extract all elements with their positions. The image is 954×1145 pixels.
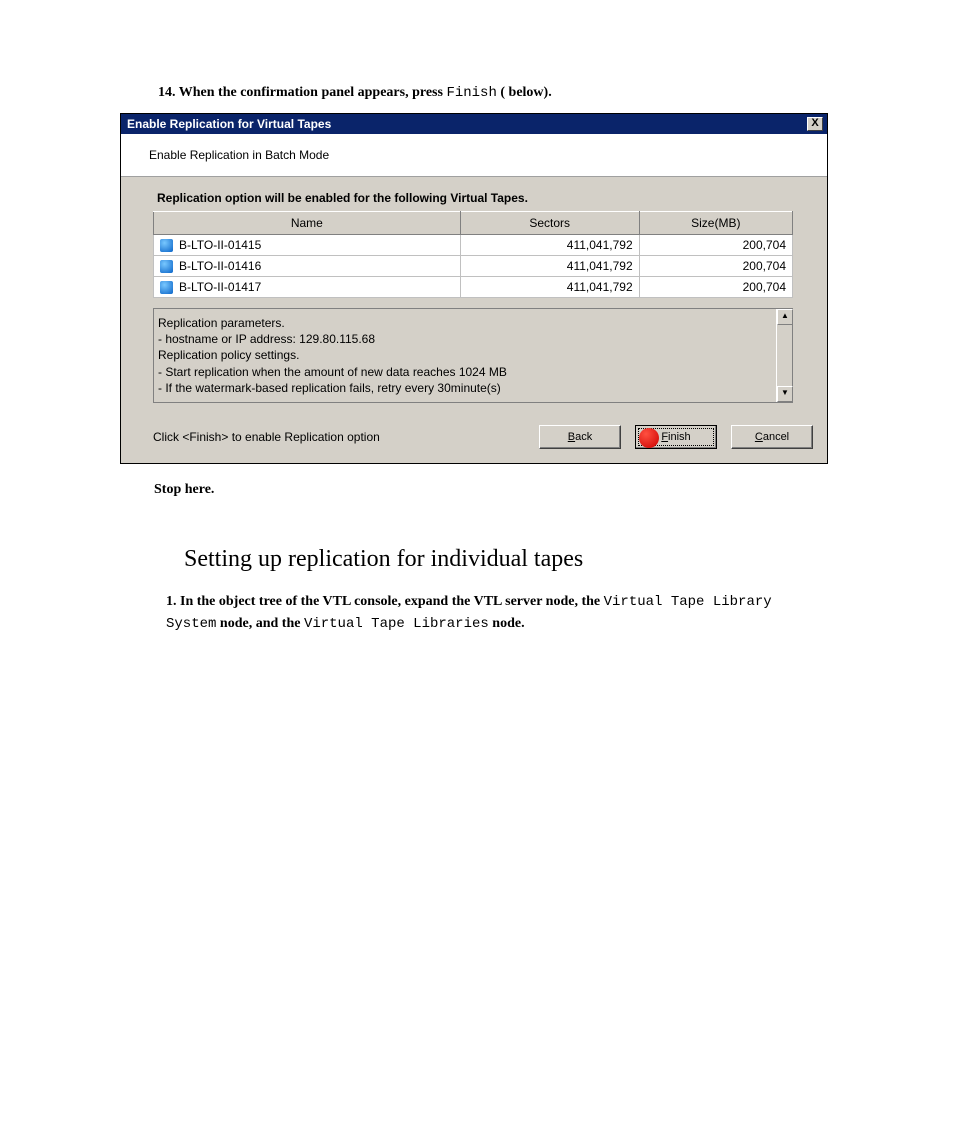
dialog-titlebar: Enable Replication for Virtual Tapes X	[121, 114, 827, 134]
tape-icon	[160, 260, 173, 273]
step-14-suffix: ( below).	[500, 85, 551, 100]
col-size: Size(MB)	[639, 212, 792, 235]
finish-hint: Click <Finish> to enable Replication opt…	[153, 430, 525, 444]
back-button[interactable]: Back	[539, 425, 621, 449]
param-line: - Start replication when the amount of n…	[158, 364, 768, 380]
step-1-number: 1.	[166, 594, 177, 609]
callout-marker-icon	[639, 428, 659, 448]
step-14-number: 14.	[158, 85, 176, 100]
tape-name: B-LTO-II-01417	[179, 280, 261, 294]
table-row[interactable]: B-LTO-II-01417 411,041,792 200,704	[154, 277, 793, 298]
tape-name: B-LTO-II-01415	[179, 238, 261, 252]
close-button[interactable]: X	[807, 117, 823, 131]
step-1-p2: node, and the	[220, 616, 304, 631]
tape-size: 200,704	[639, 235, 792, 256]
scroll-up-icon[interactable]: ▲	[777, 309, 793, 325]
step-1-p1: In the object tree of the VTL console, e…	[180, 594, 604, 609]
step-14: 14. When the confirmation panel appears,…	[158, 85, 834, 101]
param-line: Replication policy settings.	[158, 347, 768, 363]
table-row[interactable]: B-LTO-II-01415 411,041,792 200,704	[154, 235, 793, 256]
param-line: Replication parameters.	[158, 315, 768, 331]
tape-size: 200,704	[639, 256, 792, 277]
param-line: - If the watermark-based replication fai…	[158, 380, 768, 396]
tape-size: 200,704	[639, 277, 792, 298]
stop-here-text: Stop here.	[154, 482, 834, 498]
dialog-subtitle: Enable Replication in Batch Mode	[121, 134, 827, 177]
virtual-tapes-table: Name Sectors Size(MB) B-LTO-II-01415 411…	[153, 211, 793, 298]
step-1: 1. In the object tree of the VTL console…	[166, 591, 834, 635]
option-text: Replication option will be enabled for t…	[153, 185, 809, 211]
dialog-title: Enable Replication for Virtual Tapes	[127, 117, 331, 131]
replication-parameters-panel: Replication parameters. - hostname or IP…	[153, 308, 793, 403]
step-14-prefix: When the confirmation panel appears, pre…	[179, 85, 447, 100]
tape-icon	[160, 281, 173, 294]
dialog-button-row: Click <Finish> to enable Replication opt…	[121, 425, 827, 463]
finish-button[interactable]: Finish	[635, 425, 717, 449]
step-1-p3: node.	[492, 616, 524, 631]
col-sectors: Sectors	[460, 212, 639, 235]
step-1-mono2: Virtual Tape Libraries	[304, 616, 489, 632]
param-line: - hostname or IP address: 129.80.115.68	[158, 331, 768, 347]
scrollbar[interactable]: ▲ ▼	[776, 309, 792, 402]
tape-sectors: 411,041,792	[460, 235, 639, 256]
section-heading: Setting up replication for individual ta…	[184, 546, 834, 573]
scroll-down-icon[interactable]: ▼	[777, 386, 793, 402]
tape-icon	[160, 239, 173, 252]
step-14-finish-mono: Finish	[446, 85, 496, 101]
tape-sectors: 411,041,792	[460, 256, 639, 277]
replication-parameters-text: Replication parameters. - hostname or IP…	[154, 309, 776, 402]
col-name: Name	[154, 212, 461, 235]
cancel-button[interactable]: Cancel	[731, 425, 813, 449]
table-row[interactable]: B-LTO-II-01416 411,041,792 200,704	[154, 256, 793, 277]
enable-replication-dialog: Enable Replication for Virtual Tapes X E…	[120, 113, 828, 464]
tape-sectors: 411,041,792	[460, 277, 639, 298]
tape-name: B-LTO-II-01416	[179, 259, 261, 273]
